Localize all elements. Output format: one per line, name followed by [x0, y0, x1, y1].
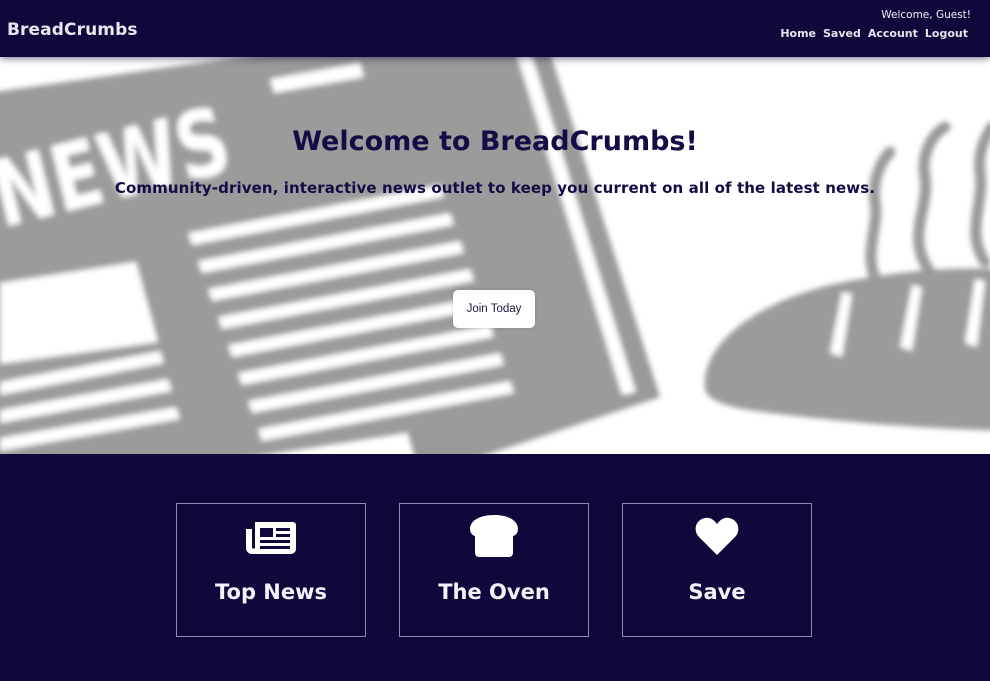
- card-top-news[interactable]: Top News: [176, 503, 366, 637]
- hero-banner: NEWS Welcome to BreadCrumbs! Community-d…: [0, 57, 990, 454]
- nav-logout-link[interactable]: Logout: [925, 27, 968, 40]
- newspaper-icon: [246, 522, 296, 554]
- card-save[interactable]: Save: [622, 503, 812, 637]
- nav-home-link[interactable]: Home: [780, 27, 816, 40]
- card-the-oven[interactable]: The Oven: [399, 503, 589, 637]
- nav-account-link[interactable]: Account: [868, 27, 918, 40]
- main-nav: Home Saved Account Logout: [780, 27, 968, 40]
- hero-title: Welcome to BreadCrumbs!: [292, 126, 698, 157]
- welcome-message: Welcome, Guest!: [881, 9, 971, 21]
- card-label: Top News: [214, 580, 328, 604]
- nav-saved-link[interactable]: Saved: [823, 27, 861, 40]
- join-today-button[interactable]: Join Today: [453, 290, 535, 328]
- hero-background-image: NEWS: [0, 57, 990, 454]
- hero-subtitle: Community-driven, interactive news outle…: [114, 179, 876, 197]
- card-label: The Oven: [438, 580, 550, 604]
- card-label: Save: [688, 580, 746, 604]
- bread-icon: [470, 515, 518, 557]
- feature-cards: Top News The Oven Save: [0, 454, 990, 681]
- newspaper-illustration: NEWS: [0, 57, 660, 454]
- brand-logo[interactable]: BreadCrumbs: [7, 20, 138, 40]
- heart-icon: [695, 517, 739, 555]
- top-bar: BreadCrumbs Welcome, Guest! Home Saved A…: [0, 0, 990, 56]
